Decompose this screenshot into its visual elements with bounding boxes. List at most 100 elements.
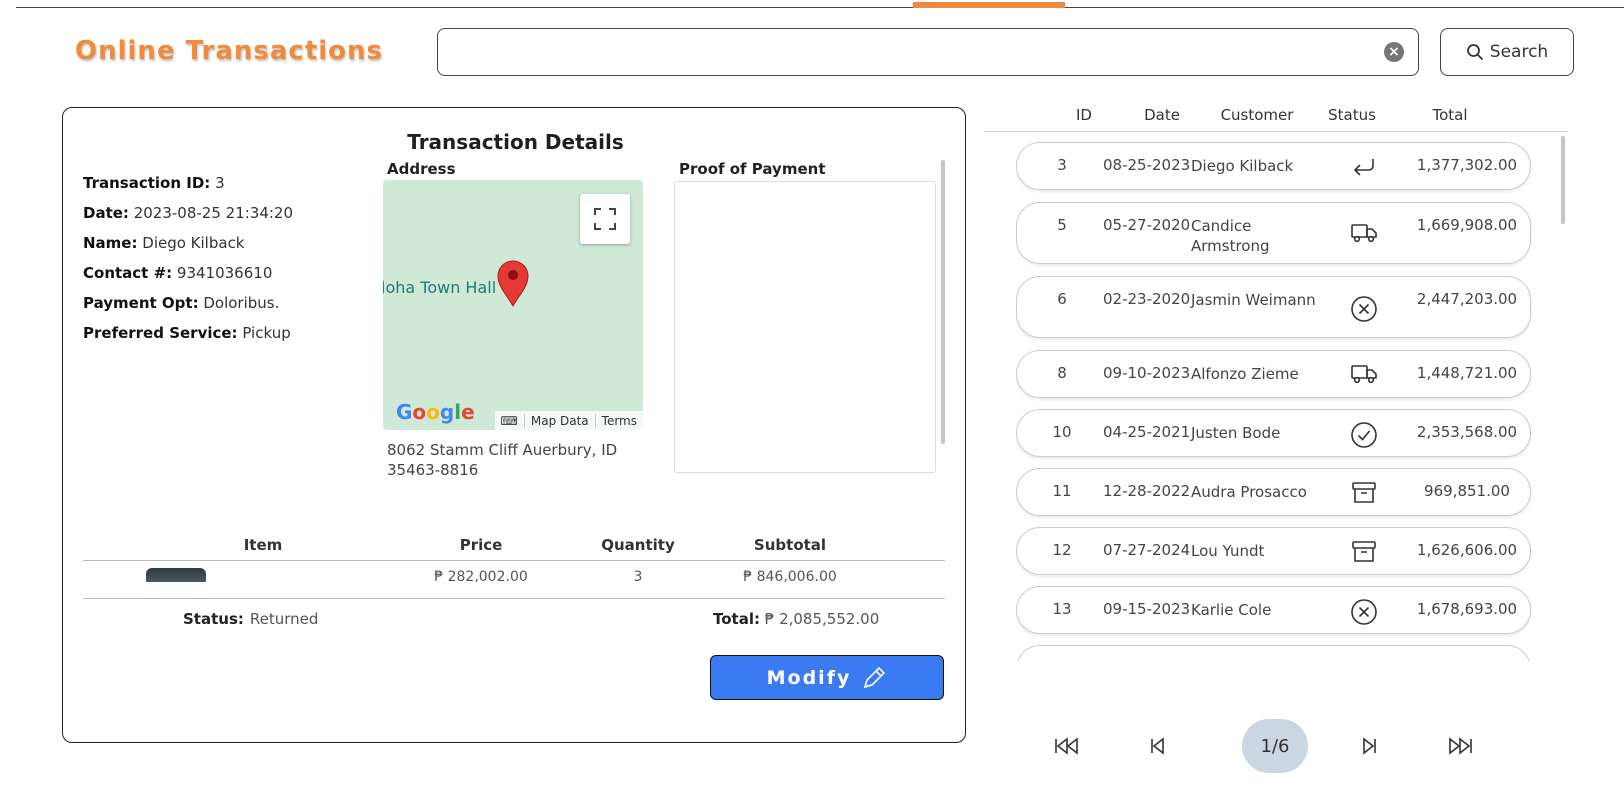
skip-to-first-icon [1055, 737, 1078, 755]
pencil-icon [864, 666, 886, 688]
next-page-button[interactable] [1343, 719, 1397, 773]
pagination: 1/6 [1040, 719, 1520, 773]
info-label: Contact #: [83, 264, 173, 282]
map-fullscreen-button[interactable] [580, 194, 630, 244]
tx-date: 09-15-2023 [1103, 600, 1191, 618]
skip-to-last-icon [1449, 737, 1472, 755]
details-scrollbar[interactable] [941, 160, 945, 444]
transaction-card[interactable]: 6 02-23-2020 Jasmin Weimann 2,447,203.00 [1016, 276, 1531, 338]
tx-id: 11 [1052, 482, 1072, 500]
tx-date: 09-10-2023 [1103, 364, 1191, 382]
info-value: Pickup [242, 324, 291, 342]
address-label: Address [387, 160, 456, 178]
col-total: Total [1432, 106, 1468, 124]
col-status: Status [1328, 106, 1376, 124]
top-divider [16, 7, 1624, 8]
delivery-truck-icon [1350, 221, 1378, 249]
last-page-button[interactable] [1433, 719, 1487, 773]
tx-customer: Jasmin Weimann [1191, 291, 1316, 309]
tx-total: 1,678,693.00 [1416, 600, 1518, 618]
status-value: Returned [249, 610, 319, 628]
info-label: Transaction ID: [83, 174, 211, 192]
tx-customer: Candice Armstrong [1191, 217, 1270, 255]
tx-customer: Lou Yundt [1191, 542, 1265, 560]
map-data-link[interactable]: Map Data [523, 413, 595, 428]
tx-id: 5 [1057, 216, 1067, 234]
info-contact: Contact #: 9341036610 [83, 258, 293, 288]
item-subtotal: ₱ 846,006.00 [743, 569, 837, 582]
search-icon [1466, 44, 1483, 60]
info-payment-option: Payment Opt: Doloribus. [83, 288, 293, 318]
info-label: Preferred Service: [83, 324, 238, 342]
tx-date: 02-23-2020 [1103, 290, 1191, 308]
item-price: ₱ 282,002.00 [434, 569, 528, 582]
tx-customer: Karlie Cole [1191, 601, 1272, 619]
returned-icon [1351, 154, 1377, 184]
transaction-card[interactable]: 11 12-28-2022 Audra Prosacco 969,851.00 [1016, 468, 1531, 516]
info-date: Date: 2023-08-25 21:34:20 [83, 198, 293, 228]
tx-date: 05-27-2020 [1103, 216, 1191, 234]
tx-id: 12 [1052, 541, 1072, 559]
col-item: Item [243, 536, 283, 554]
details-title: Transaction Details [407, 130, 624, 154]
info-label: Name: [83, 234, 138, 252]
item-thumbnail [146, 568, 206, 582]
first-page-button[interactable] [1040, 719, 1094, 773]
tx-id: 13 [1052, 600, 1072, 618]
transaction-card[interactable]: 3 08-25-2023 Diego Kilback 1,377,302.00 [1016, 142, 1531, 190]
col-customer: Customer [1220, 106, 1294, 124]
tx-id: 3 [1057, 156, 1067, 174]
address-text: 8062 Stamm Cliff Auerbury, ID 35463-8816 [387, 441, 618, 479]
delivery-truck-icon [1350, 362, 1378, 390]
transaction-total: Total: ₱ 2,085,552.00 [713, 610, 879, 628]
total-value: ₱ 2,085,552.00 [764, 610, 880, 628]
address-map[interactable]: loha Town Hall Google ⌨ Map Data Terms [383, 180, 643, 430]
info-value: Doloribus. [203, 294, 280, 312]
tx-id: 6 [1057, 290, 1067, 308]
info-label: Date: [83, 204, 129, 222]
clear-search-icon[interactable]: × [1384, 42, 1404, 62]
google-logo: Google [396, 400, 475, 424]
transaction-card[interactable]: 12 07-27-2024 Lou Yundt 1,626,606.00 [1016, 527, 1531, 575]
modify-button[interactable]: Modify [710, 655, 944, 700]
info-label: Payment Opt: [83, 294, 199, 312]
transaction-card[interactable]: 8 09-10-2023 Alfonzo Zieme 1,448,721.00 [1016, 350, 1531, 398]
col-quantity: Quantity [601, 536, 675, 554]
archive-box-icon [1351, 480, 1377, 510]
items-table-header: Item Price Quantity Subtotal [83, 536, 945, 561]
cancelled-x-icon [1350, 295, 1378, 327]
transaction-card[interactable]: 5 05-27-2020 Candice Armstrong 1,669,908… [1016, 202, 1531, 264]
tx-total: 1,626,606.00 [1416, 541, 1518, 559]
transactions-list[interactable]: 3 08-25-2023 Diego Kilback 1,377,302.00 … [1016, 142, 1536, 661]
items-divider [83, 598, 945, 599]
tx-date: 04-25-2021 [1103, 423, 1191, 441]
map-pin-icon [497, 260, 529, 307]
tx-id: 10 [1052, 423, 1072, 441]
search-button[interactable]: Search [1440, 28, 1574, 76]
tx-total: 2,447,203.00 [1416, 290, 1518, 308]
previous-page-button[interactable] [1130, 719, 1184, 773]
search-input[interactable]: × [437, 28, 1419, 76]
transaction-card[interactable]: 10 04-25-2021 Justen Bode 2,353,568.00 [1016, 409, 1531, 457]
proof-of-payment-label: Proof of Payment [679, 160, 826, 178]
info-preferred-service: Preferred Service: Pickup [83, 318, 293, 348]
info-value: 2023-08-25 21:34:20 [133, 204, 294, 222]
modify-button-label: Modify [766, 666, 852, 689]
tx-date: 08-25-2023 [1103, 156, 1191, 174]
list-scrollbar[interactable] [1561, 136, 1565, 224]
col-price: Price [459, 536, 503, 554]
info-value: Diego Kilback [142, 234, 245, 252]
transaction-card-partial[interactable] [1016, 645, 1531, 661]
total-label: Total: [713, 610, 760, 628]
info-value: 3 [215, 174, 225, 192]
tx-id: 8 [1057, 364, 1067, 382]
tx-total: 1,669,908.00 [1416, 216, 1518, 234]
next-icon [1363, 737, 1376, 755]
item-quantity: 3 [633, 569, 643, 582]
status-label: Status: [183, 610, 244, 628]
keyboard-shortcuts-icon[interactable]: ⌨ [495, 414, 524, 428]
tx-customer: Diego Kilback [1191, 157, 1294, 175]
transaction-card[interactable]: 13 09-15-2023 Karlie Cole 1,678,693.00 [1016, 586, 1531, 634]
map-terms-link[interactable]: Terms [594, 413, 643, 428]
col-subtotal: Subtotal [753, 536, 827, 554]
